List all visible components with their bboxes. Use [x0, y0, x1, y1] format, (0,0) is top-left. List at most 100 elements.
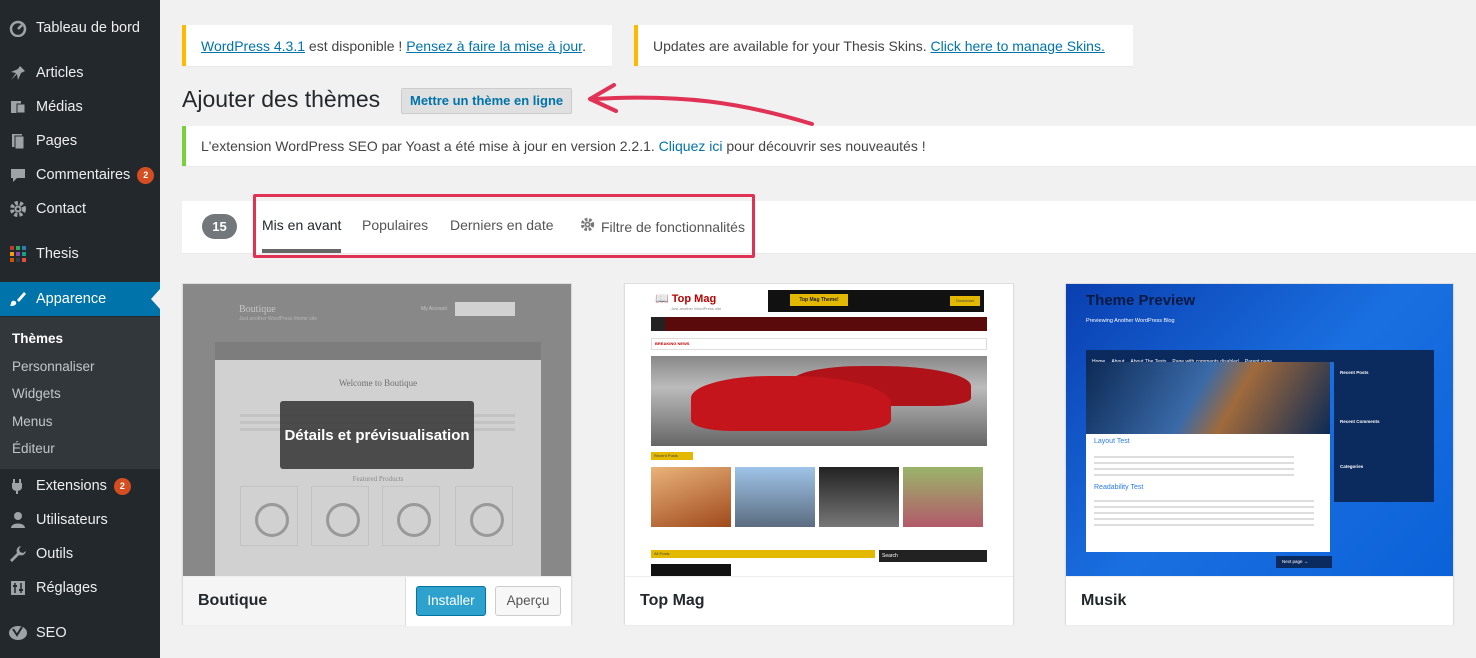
upload-theme-button[interactable]: Mettre un thème en ligne — [401, 88, 573, 114]
sidebar-item-label: SEO — [36, 625, 67, 641]
brush-icon — [0, 290, 36, 308]
sidebar-item-comments[interactable]: Commentaires 2 — [0, 158, 160, 192]
plugins-count-badge: 2 — [113, 477, 131, 495]
wp-update-notice: WordPress 4.3.1 est disponible ! Pensez … — [182, 25, 612, 66]
screenshot-thumb — [903, 467, 983, 527]
screenshot-recent-posts: Recent Posts — [651, 452, 693, 460]
user-icon — [0, 511, 36, 529]
appearance-submenu: Thèmes Personnaliser Widgets Menus Édite… — [0, 317, 160, 469]
sidebar-item-articles[interactable]: Articles — [0, 56, 160, 90]
theme-card-footer: Top Mag — [625, 576, 1013, 625]
screenshot-post — [651, 564, 731, 576]
theme-name: Boutique — [198, 592, 268, 609]
theme-card-boutique[interactable]: Boutique Just another WordPress theme si… — [182, 283, 572, 626]
theme-name: Musik — [1081, 592, 1127, 609]
tab-popular[interactable]: Populaires — [362, 201, 428, 253]
submenu-item-editor[interactable]: Éditeur — [0, 435, 160, 463]
sidebar-item-label: Commentaires — [36, 167, 131, 183]
theme-count-badge: 15 — [202, 214, 237, 239]
screenshot-site-subtitle: Previewing Another WordPress Blog — [1086, 318, 1175, 324]
sidebar-item-pages[interactable]: Pages — [0, 124, 160, 158]
tab-feature-filter-label: Filtre de fonctionnalités — [601, 218, 745, 235]
screenshot-hero-image — [651, 356, 987, 446]
theme-screenshot[interactable]: Boutique Just another WordPress theme si… — [183, 284, 571, 576]
preview-button[interactable]: Aperçu — [495, 586, 561, 616]
submenu-item-themes[interactable]: Thèmes — [0, 325, 160, 353]
comments-count-badge: 2 — [137, 166, 155, 184]
sidebar-item-label: Tableau de bord — [36, 20, 140, 36]
thesis-skins-link[interactable]: Click here to manage Skins. — [931, 38, 1105, 54]
theme-card-musik[interactable]: Theme Preview Previewing Another WordPre… — [1065, 283, 1454, 625]
page-title: Ajouter des thèmes — [182, 86, 381, 112]
theme-screenshot[interactable]: 📖 Top Mag Just another WordPress site To… — [625, 284, 1013, 576]
submenu-item-customize[interactable]: Personnaliser — [0, 353, 160, 381]
wp-version-link[interactable]: WordPress 4.3.1 — [201, 38, 305, 54]
sidebar-item-label: Articles — [36, 65, 84, 81]
grid-icon — [0, 246, 36, 262]
wrench-icon — [0, 545, 36, 563]
screenshot-logo: 📖 Top Mag — [655, 293, 717, 305]
sidebar-item-label: Médias — [36, 99, 83, 115]
tab-latest[interactable]: Derniers en date — [450, 201, 554, 253]
pin-icon — [0, 64, 36, 82]
yoast-notice-text: L'extension WordPress SEO par Yoast a ét… — [201, 138, 659, 154]
theme-card-topmag[interactable]: 📖 Top Mag Just another WordPress site To… — [624, 283, 1014, 625]
yoast-update-notice: L'extension WordPress SEO par Yoast a ét… — [182, 126, 1476, 166]
thesis-notice-text: Updates are available for your Thesis Sk… — [653, 37, 931, 54]
gear-icon — [580, 203, 595, 252]
yoast-click-here-link[interactable]: Cliquez ici — [659, 138, 723, 154]
sidebar-item-label: Contact — [36, 201, 86, 217]
sidebar-item-dashboard[interactable]: Tableau de bord — [0, 11, 160, 45]
theme-card-footer: Musik — [1066, 576, 1453, 625]
screenshot-ad-banner: Top Mag Theme! Download — [768, 290, 984, 312]
details-preview-button[interactable]: Détails et prévisualisation — [280, 401, 474, 469]
sidebar-item-label: Apparence — [36, 291, 107, 307]
sidebar-item-label: Thesis — [36, 246, 79, 262]
submenu-item-widgets[interactable]: Widgets — [0, 380, 160, 408]
submenu-item-menus[interactable]: Menus — [0, 408, 160, 436]
pages-icon — [0, 132, 36, 150]
screenshot-tagline: Just another WordPress site — [671, 306, 722, 311]
screenshot-nav: HomeAboutAbout The TestsPage with commen… — [1086, 350, 1434, 365]
screenshot-search: Search — [879, 550, 987, 562]
thesis-update-notice: Updates are available for your Thesis Sk… — [634, 25, 1133, 66]
sidebar-item-settings[interactable]: Réglages — [0, 571, 160, 605]
comments-icon — [0, 166, 36, 184]
gear-icon — [0, 200, 36, 218]
yoast-icon — [0, 625, 36, 641]
theme-card-footer: Boutique Installer Aperçu — [183, 576, 571, 626]
sidebar-item-appearance[interactable]: Apparence — [0, 282, 160, 316]
theme-actions: Installer Aperçu — [405, 577, 571, 626]
theme-screenshot[interactable]: Theme Preview Previewing Another WordPre… — [1066, 284, 1453, 576]
yoast-notice-end: pour découvrir ses nouveautés ! — [722, 138, 926, 154]
sidebar-item-media[interactable]: Médias — [0, 90, 160, 124]
sidebar-item-contact[interactable]: Contact — [0, 192, 160, 226]
screenshot-thumb — [735, 467, 815, 527]
wp-notice-end: . — [582, 37, 586, 54]
tab-feature-filter[interactable]: Filtre de fonctionnalités — [580, 201, 745, 253]
sidebar-item-users[interactable]: Utilisateurs — [0, 503, 160, 537]
sidebar-item-seo[interactable]: SEO — [0, 616, 160, 650]
sidebar-item-label: Pages — [36, 133, 78, 149]
sidebar-item-label: Extensions — [36, 478, 107, 494]
screenshot-thumb — [651, 467, 731, 527]
install-button[interactable]: Installer — [416, 586, 486, 616]
dashboard-icon — [0, 19, 36, 37]
sidebar-item-label: Outils — [36, 546, 74, 562]
screenshot-sidebar: Recent Posts Recent Comments Categories — [1334, 362, 1434, 502]
wp-notice-text: est disponible ! — [305, 37, 407, 54]
wp-update-link[interactable]: Pensez à faire la mise à jour — [406, 38, 582, 54]
screenshot-breaking-news: BREAKING NEWS — [651, 338, 987, 350]
sidebar-item-thesis[interactable]: Thesis — [0, 237, 160, 271]
screenshot-content: Layout Test Readability Test — [1086, 362, 1330, 552]
sidebar-item-tools[interactable]: Outils — [0, 537, 160, 571]
sidebar-item-label: Réglages — [36, 580, 98, 596]
screenshot-site-title: Theme Preview — [1086, 292, 1196, 309]
theme-filter-bar: 15 Mis en avant Populaires Derniers en d… — [182, 201, 1476, 253]
sidebar-item-label: Utilisateurs — [36, 512, 108, 528]
settings-icon — [0, 579, 36, 597]
sidebar-item-plugins[interactable]: Extensions 2 — [0, 469, 160, 503]
screenshot-next-page: Next page → — [1276, 556, 1332, 568]
active-indicator — [151, 289, 160, 309]
tab-featured[interactable]: Mis en avant — [262, 201, 342, 253]
